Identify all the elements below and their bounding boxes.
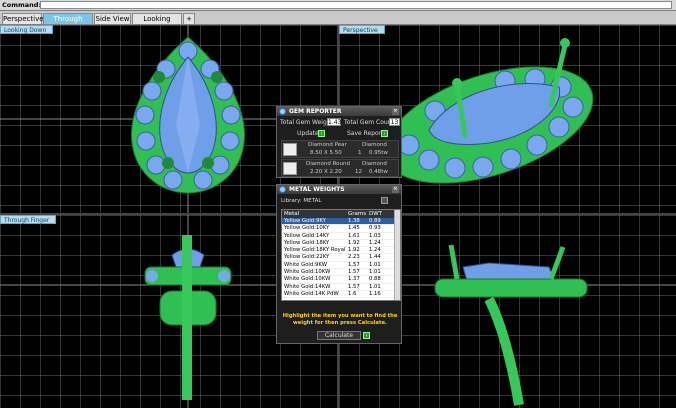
table-row[interactable]: Yellow Gold:18KY 1.92 1.24: [282, 239, 400, 248]
metal-grams: 1.6: [348, 290, 357, 297]
close-icon[interactable]: ×: [392, 186, 399, 193]
metal-weights-panel: METAL WEIGHTS × Library: METAL Metal Gra…: [276, 184, 402, 344]
update-button[interactable]: Update: [297, 129, 319, 138]
column-metal: Metal: [284, 211, 300, 217]
gem-size: 8.50 X 5.50: [310, 150, 342, 156]
metal-grams: 1.45: [348, 225, 360, 232]
gem-icon: [279, 108, 286, 115]
metal-name: Yellow Gold:14KY: [284, 232, 330, 239]
gem-reporter-title: GEM REPORTER ×: [277, 107, 401, 116]
table-header: Metal Grams DWT: [282, 210, 400, 218]
metal-grams: 1.37: [348, 276, 360, 283]
column-grams: Grams: [348, 211, 367, 217]
tab-looking-down[interactable]: Looking Down: [132, 13, 182, 33]
metal-grams: 1.57: [348, 269, 360, 276]
gem-count: 1: [358, 150, 362, 156]
metal-name: White Gold:10KW: [284, 269, 331, 276]
metal-weights-table: Metal Grams DWT Yellow Gold:9KY 1.38 0.89 …: [281, 209, 401, 301]
metal-grams: 2.23: [348, 254, 360, 261]
command-label: Command:: [2, 1, 42, 9]
metal-dwt: 1.24: [369, 247, 381, 254]
metal-dwt: 0.88: [369, 276, 381, 283]
round-gem-thumbnail: [283, 162, 297, 175]
metal-dwt: 1.44: [369, 254, 381, 261]
table-row[interactable]: Yellow Gold:22KY 2.23 1.44: [282, 254, 400, 262]
table-row[interactable]: Yellow Gold:10KY 1.45 0.93: [282, 225, 400, 233]
metal-dwt: 1.01: [369, 261, 381, 268]
metal-grams: 1.57: [348, 261, 360, 268]
gem-row[interactable]: Diamond Pear 8.50 X 5.50 Diamond 1 0.95t…: [281, 140, 399, 158]
total-gem-weight-value: 1.43: [327, 118, 342, 126]
metal-name: Yellow Gold:9KY: [284, 218, 326, 224]
metal-grams: 1.92: [348, 239, 360, 246]
total-gem-count-value: 13: [389, 118, 400, 126]
save-report-button[interactable]: Save Report: [347, 129, 384, 138]
metal-dwt: 0.89: [369, 218, 381, 224]
command-input[interactable]: [40, 1, 672, 9]
table-row[interactable]: White Gold:9KW 1.57 1.01: [282, 261, 400, 270]
update-go-icon[interactable]: ›: [318, 130, 325, 137]
library-label: Library: METAL: [281, 198, 322, 204]
column-dwt: DWT: [369, 211, 383, 217]
table-row[interactable]: Yellow Gold:18KY Royal 1.92 1.24: [282, 247, 400, 255]
metal-weights-title: METAL WEIGHTS ×: [277, 185, 401, 194]
gem-type: Diamond: [362, 161, 387, 167]
add-tab-button[interactable]: +: [183, 13, 195, 24]
metal-dwt: 1.03: [369, 232, 381, 239]
gem-weight: 0.95tw: [369, 150, 388, 156]
metal-name: Yellow Gold:22KY: [284, 254, 330, 261]
metal-name: White Gold:9KW: [284, 261, 327, 268]
metal-name: White Gold:14K PdW: [284, 290, 339, 297]
metal-name: Yellow Gold:10KY: [284, 225, 330, 232]
metal-name: White Gold:10KW: [284, 276, 331, 283]
metal-grams: 1.61: [348, 232, 360, 239]
metal-dwt: 1.01: [369, 269, 381, 276]
metal-dwt: 1.16: [369, 290, 381, 297]
tab-through-finger[interactable]: Through Finger: [43, 13, 93, 33]
calculate-button[interactable]: Calculate: [317, 331, 361, 340]
metal-grams: 1.57: [348, 283, 360, 290]
library-menu-icon[interactable]: [381, 197, 388, 204]
metal-weights-title-text: METAL WEIGHTS: [289, 186, 345, 193]
total-gem-weight-label: Total Gem Weight: [280, 119, 333, 126]
gem-reporter-panel: GEM REPORTER × Total Gem Weight 1.43 Tot…: [276, 106, 402, 178]
table-row[interactable]: White Gold:10KW 1.37 0.88: [282, 276, 400, 284]
gem-row[interactable]: Diamond Round 2.20 X 2.20 Diamond 12 0.4…: [281, 159, 399, 177]
calculate-go-icon[interactable]: ›: [363, 332, 370, 339]
gem-count: 12: [355, 169, 362, 175]
metal-icon: [279, 186, 286, 193]
metal-name: Yellow Gold:18KY: [284, 239, 330, 246]
tab-side-view[interactable]: Side View: [94, 13, 131, 24]
metal-grams: 1.92: [348, 247, 360, 254]
metal-dwt: 1.24: [369, 239, 381, 246]
calculate-instructions: Highlight the item you want to find the …: [282, 313, 398, 326]
metal-dwt: 1.01: [369, 283, 381, 290]
pear-gem-thumbnail: [283, 143, 297, 156]
metal-dwt: 0.93: [369, 225, 381, 232]
gem-type: Diamond: [362, 142, 387, 148]
gem-reporter-title-text: GEM REPORTER: [289, 108, 342, 115]
metal-name: Yellow Gold:18KY Royal: [284, 247, 346, 254]
table-row[interactable]: Yellow Gold:14KY 1.61 1.03: [282, 233, 400, 240]
gem-shape: Diamond Round: [306, 161, 350, 167]
total-gem-count-label: Total Gem Count: [344, 119, 394, 126]
close-icon[interactable]: ×: [392, 108, 399, 115]
gem-size: 2.20 X 2.20: [310, 169, 342, 175]
table-row[interactable]: Yellow Gold:9KY 1.38 0.89: [282, 218, 400, 226]
metal-grams: 1.38: [348, 218, 360, 224]
command-bar: Command:: [0, 0, 676, 11]
metal-name: White Gold:14KW: [284, 283, 331, 290]
table-row[interactable]: White Gold:14K PdW 1.6 1.16: [282, 290, 400, 299]
view-tab-bar: Perspective Through Finger Side View Loo…: [0, 11, 676, 33]
table-row[interactable]: White Gold:14KW 1.57 1.01: [282, 284, 400, 291]
table-row[interactable]: White Gold:10KW 1.57 1.01: [282, 269, 400, 277]
table-scrollbar[interactable]: [394, 210, 400, 300]
gem-shape: Diamond Pear: [308, 142, 347, 148]
save-report-go-icon[interactable]: ›: [381, 130, 388, 137]
tab-perspective[interactable]: Perspective: [2, 13, 44, 24]
app-window: Command: Perspective Through Finger Side…: [0, 0, 676, 408]
gem-weight: 0.48tw: [369, 169, 388, 175]
